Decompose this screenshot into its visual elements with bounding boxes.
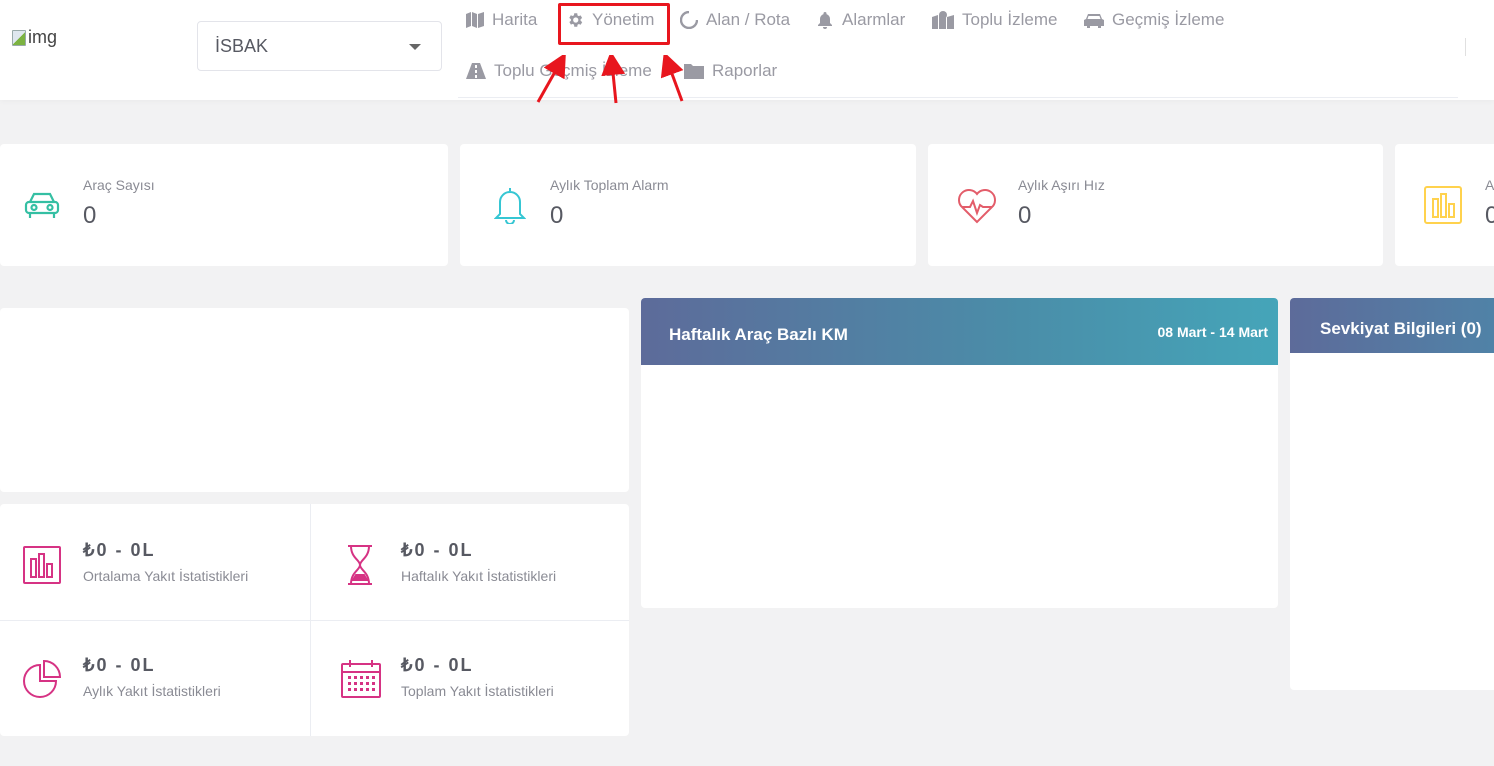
stat-label: A <box>1485 177 1494 193</box>
stat-card-arac-sayisi: Araç Sayısı 0 <box>0 144 448 266</box>
header-divider <box>1465 38 1466 56</box>
chevron-down-icon <box>409 44 421 50</box>
broken-image-icon <box>12 29 26 46</box>
shipment-panel: Sevkiyat Bilgileri (0) <box>1290 298 1494 690</box>
stat-value: 0 <box>550 202 564 229</box>
logo[interactable]: img <box>12 27 57 48</box>
calendar-icon <box>341 660 381 698</box>
stat-value: 0 <box>1485 202 1494 229</box>
bar-chart-icon <box>1424 186 1462 224</box>
fuel-stat-value: ₺0 - 0L <box>401 655 474 675</box>
nav-item-gecmis-izleme[interactable]: Geçmiş İzleme <box>1084 10 1224 30</box>
annotation-highlight-box <box>558 3 670 45</box>
nav-label: Alan / Rota <box>706 10 791 29</box>
nav-item-harita[interactable]: Harita <box>466 10 537 30</box>
nav-label: Toplu İzleme <box>962 10 1058 29</box>
circle-notch-icon <box>680 11 698 29</box>
map-icon <box>466 12 484 28</box>
car-icon <box>24 192 60 218</box>
bell-icon <box>818 12 832 29</box>
fuel-stats-panel: ₺0 - 0L Ortalama Yakıt İstatistikleri ₺0… <box>0 504 629 736</box>
stat-value: 0 <box>1018 202 1032 229</box>
fuel-divider-horizontal <box>0 620 629 621</box>
weekly-km-title: Haftalık Araç Bazlı KM <box>669 325 848 344</box>
weekly-km-panel: Haftalık Araç Bazlı KM 08 Mart - 14 Mart <box>641 298 1278 608</box>
company-select[interactable]: İSBAK <box>197 21 442 71</box>
nav-label: Harita <box>492 10 538 29</box>
fuel-stat-label: Haftalık Yakıt İstatistikleri <box>401 568 557 584</box>
nav-item-alarmlar[interactable]: Alarmlar <box>816 10 905 30</box>
stat-card-aylik-asiri-hiz: Aylık Aşırı Hız 0 <box>928 144 1383 266</box>
car-icon <box>1084 14 1104 28</box>
map-marked-icon <box>932 11 954 29</box>
nav-label: Geçmiş İzleme <box>1112 10 1225 29</box>
fuel-stat-value: ₺0 - 0L <box>401 540 474 560</box>
company-select-value: İSBAK <box>215 36 269 56</box>
stat-label: Aylık Aşırı Hız <box>1018 177 1105 193</box>
stat-label: Araç Sayısı <box>83 177 155 193</box>
fuel-stat-label: Toplam Yakıt İstatistikleri <box>401 683 554 699</box>
shipment-title: Sevkiyat Bilgileri (0) <box>1320 319 1482 338</box>
fuel-stat-value: ₺0 - 0L <box>83 540 156 560</box>
bar-chart-icon <box>23 546 61 584</box>
stat-card-aylik-toplam-alarm: Aylık Toplam Alarm 0 <box>460 144 916 266</box>
nav-label: Alarmlar <box>842 10 906 29</box>
fuel-stat-label: Ortalama Yakıt İstatistikleri <box>83 568 249 584</box>
road-icon <box>466 63 486 79</box>
logo-alt-text: img <box>28 27 58 47</box>
stat-value: 0 <box>83 202 97 229</box>
annotation-arrows <box>536 55 684 104</box>
nav-item-toplu-izleme[interactable]: Toplu İzleme <box>932 10 1057 30</box>
weekly-km-date-range: 08 Mart - 14 Mart <box>1157 324 1268 340</box>
fuel-stat-label: Aylık Yakıt İstatistikleri <box>83 683 221 699</box>
pie-chart-icon <box>23 659 62 698</box>
fuel-stat-value: ₺0 - 0L <box>83 655 156 675</box>
left-chart-panel <box>0 308 629 492</box>
bell-icon <box>494 188 526 224</box>
stat-card-fourth: A 0 <box>1395 144 1494 266</box>
nav-label: Raporlar <box>712 61 778 80</box>
stat-label: Aylık Toplam Alarm <box>550 177 669 193</box>
hourglass-icon <box>348 545 372 585</box>
weekly-km-header: Haftalık Araç Bazlı KM 08 Mart - 14 Mart <box>641 298 1278 365</box>
top-header: img İSBAK Harita Yönetim Alan / Rota Ala… <box>0 0 1494 100</box>
shipment-header: Sevkiyat Bilgileri (0) <box>1290 298 1494 353</box>
heartbeat-icon <box>958 189 996 224</box>
nav-item-alan-rota[interactable]: Alan / Rota <box>680 10 790 30</box>
